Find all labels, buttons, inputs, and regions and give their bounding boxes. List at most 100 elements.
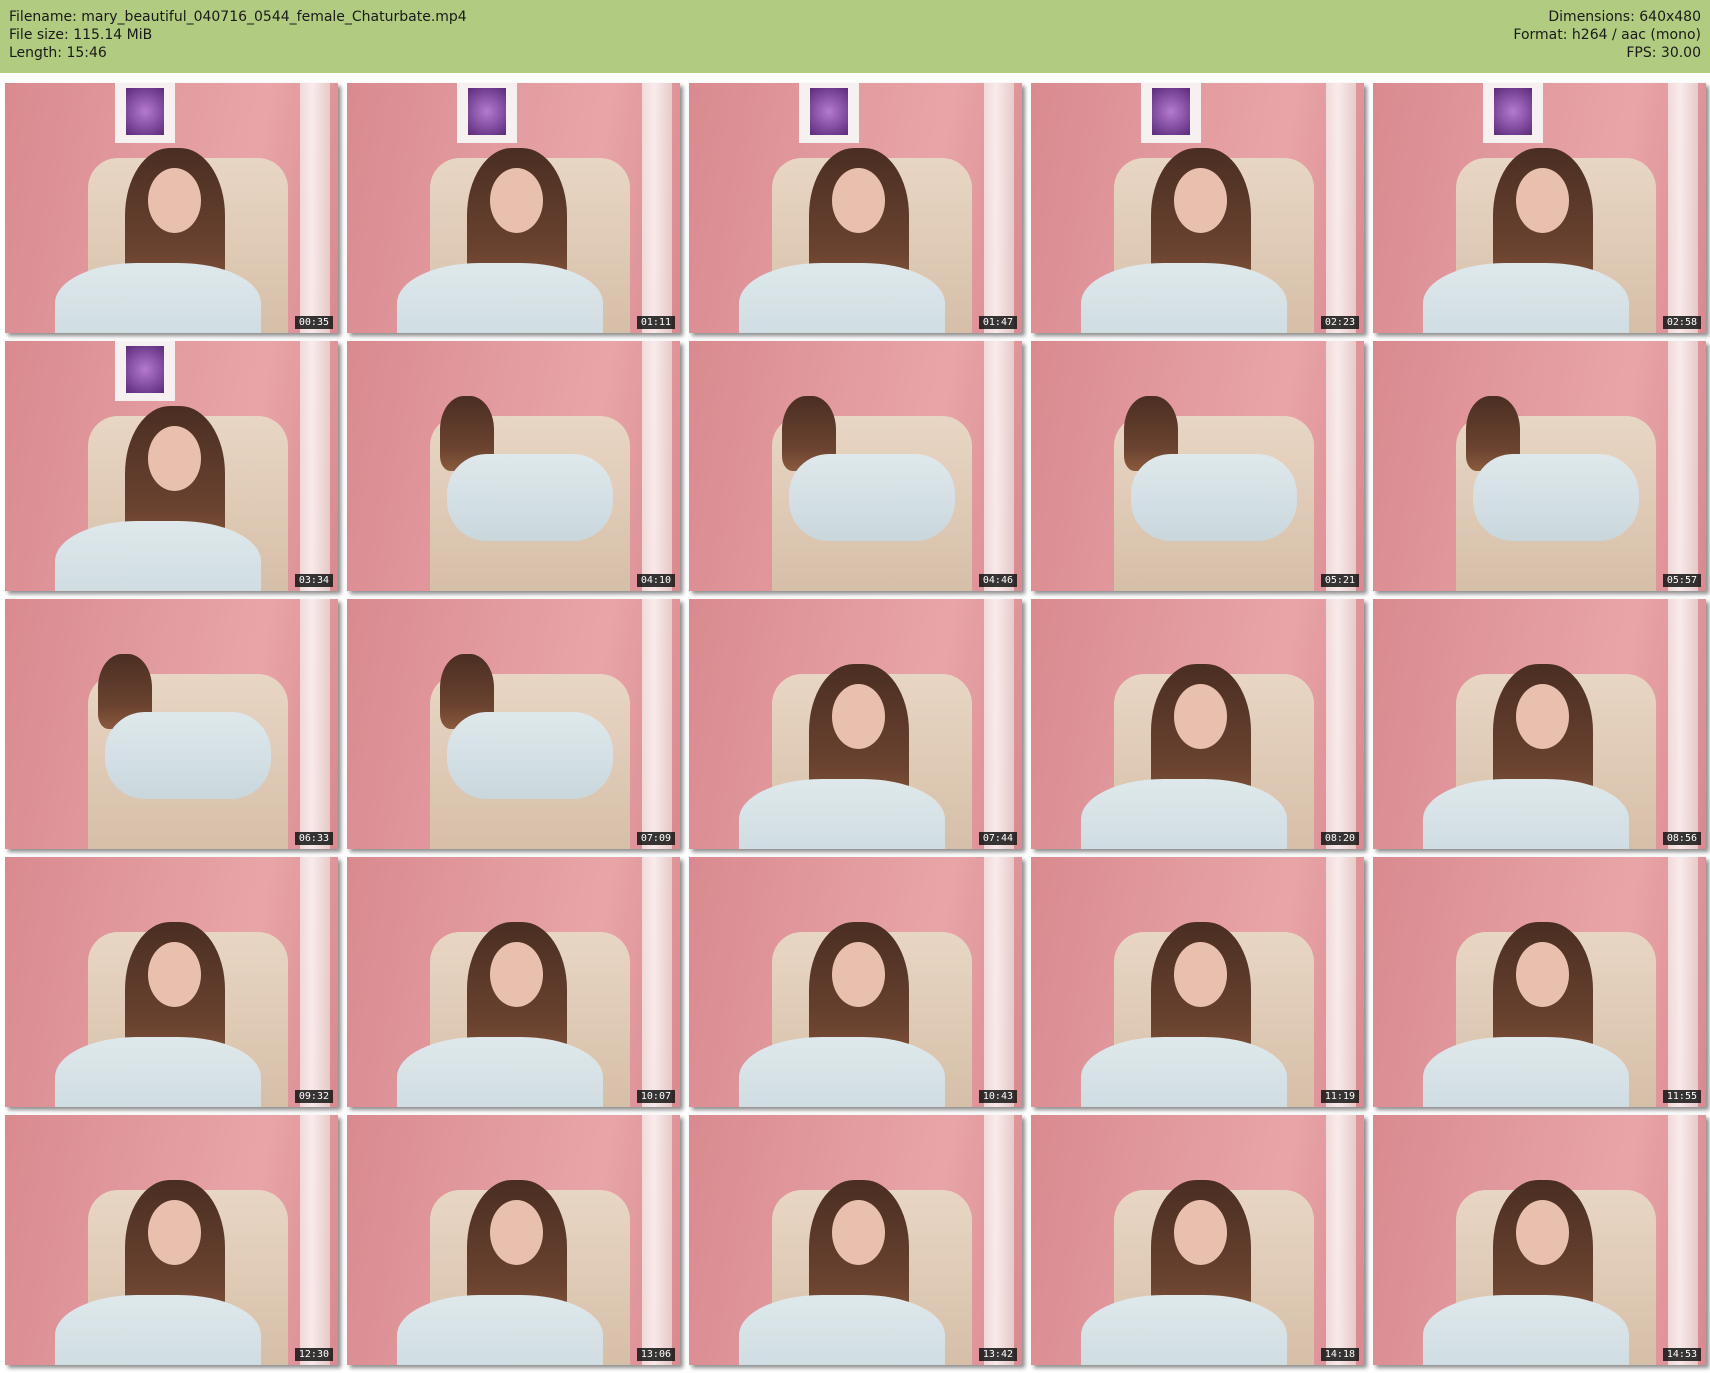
shelf (1668, 1115, 1698, 1365)
video-thumbnail[interactable]: 10:43 (689, 857, 1022, 1107)
person-face (832, 942, 886, 1007)
person-face (490, 942, 544, 1007)
person-face (148, 1200, 202, 1265)
timestamp: 05:21 (1320, 574, 1359, 587)
timestamp: 02:58 (1662, 316, 1701, 329)
timestamp: 08:56 (1662, 832, 1701, 845)
person-body (1130, 453, 1298, 541)
video-thumbnail[interactable]: 01:11 (347, 83, 680, 333)
shelf (300, 83, 330, 333)
wall-picture (1482, 83, 1543, 143)
video-thumbnail[interactable]: 08:56 (1373, 599, 1706, 849)
person-face (1516, 684, 1570, 749)
person-body (396, 1037, 604, 1107)
shelf (984, 83, 1014, 333)
shelf (300, 857, 330, 1107)
wall-picture (1140, 83, 1201, 143)
video-thumbnail[interactable]: 05:21 (1031, 341, 1364, 591)
timestamp: 10:07 (636, 1090, 675, 1103)
shelf (300, 599, 330, 849)
video-thumbnail[interactable]: 00:35 (5, 83, 338, 333)
video-thumbnail[interactable]: 09:32 (5, 857, 338, 1107)
person-body (1080, 779, 1288, 849)
timestamp: 14:18 (1320, 1348, 1359, 1361)
video-thumbnail[interactable]: 13:42 (689, 1115, 1022, 1365)
shelf (642, 1115, 672, 1365)
video-thumbnail[interactable]: 07:44 (689, 599, 1022, 849)
person-body (1080, 1037, 1288, 1107)
timestamp: 01:47 (978, 316, 1017, 329)
person-face (148, 168, 202, 233)
shelf (1668, 83, 1698, 333)
timestamp: 13:42 (978, 1348, 1017, 1361)
timestamp: 00:35 (294, 316, 333, 329)
wall-picture (114, 341, 175, 401)
person-body (54, 1295, 262, 1365)
person-face (832, 684, 886, 749)
length-label: Length: 15:46 (9, 45, 107, 61)
person-body (446, 453, 614, 541)
person-body (54, 1037, 262, 1107)
person-body (1422, 779, 1630, 849)
shelf (984, 1115, 1014, 1365)
video-thumbnail[interactable]: 07:09 (347, 599, 680, 849)
shelf (1668, 599, 1698, 849)
person-body (1472, 453, 1640, 541)
shelf (984, 857, 1014, 1107)
timestamp: 13:06 (636, 1348, 675, 1361)
timestamp: 08:20 (1320, 832, 1359, 845)
shelf (984, 341, 1014, 591)
video-thumbnail[interactable]: 14:18 (1031, 1115, 1364, 1365)
person-body (738, 263, 946, 333)
timestamp: 11:55 (1662, 1090, 1701, 1103)
video-thumbnail[interactable]: 02:23 (1031, 83, 1364, 333)
shelf (984, 599, 1014, 849)
shelf (1668, 341, 1698, 591)
person-face (148, 426, 202, 491)
video-thumbnail[interactable]: 04:46 (689, 341, 1022, 591)
timestamp: 02:23 (1320, 316, 1359, 329)
person-body (1422, 1295, 1630, 1365)
video-thumbnail[interactable]: 11:55 (1373, 857, 1706, 1107)
video-thumbnail[interactable]: 12:30 (5, 1115, 338, 1365)
shelf (1326, 857, 1356, 1107)
person-face (490, 1200, 544, 1265)
video-thumbnail[interactable]: 11:19 (1031, 857, 1364, 1107)
video-thumbnail[interactable]: 04:10 (347, 341, 680, 591)
timestamp: 05:57 (1662, 574, 1701, 587)
video-thumbnail[interactable]: 06:33 (5, 599, 338, 849)
person-body (1080, 1295, 1288, 1365)
shelf (642, 83, 672, 333)
timestamp: 07:09 (636, 832, 675, 845)
person-body (54, 263, 262, 333)
person-body (738, 1037, 946, 1107)
video-thumbnail[interactable]: 14:53 (1373, 1115, 1706, 1365)
video-thumbnail[interactable]: 05:57 (1373, 341, 1706, 591)
timestamp: 01:11 (636, 316, 675, 329)
shelf (300, 1115, 330, 1365)
video-thumbnail[interactable]: 08:20 (1031, 599, 1364, 849)
person-face (832, 1200, 886, 1265)
filename-label: Filename: mary_beautiful_040716_0544_fem… (9, 9, 467, 25)
timestamp: 11:19 (1320, 1090, 1359, 1103)
info-header: Filename: mary_beautiful_040716_0544_fem… (0, 0, 1710, 73)
video-thumbnail[interactable]: 01:47 (689, 83, 1022, 333)
person-body (396, 263, 604, 333)
video-thumbnail[interactable]: 02:58 (1373, 83, 1706, 333)
wall-picture (456, 83, 517, 143)
video-thumbnail[interactable]: 13:06 (347, 1115, 680, 1365)
person-face (1516, 1200, 1570, 1265)
video-thumbnail[interactable]: 03:34 (5, 341, 338, 591)
video-thumbnail[interactable]: 10:07 (347, 857, 680, 1107)
timestamp: 06:33 (294, 832, 333, 845)
person-face (1174, 942, 1228, 1007)
person-body (738, 779, 946, 849)
person-face (148, 942, 202, 1007)
shelf (300, 341, 330, 591)
timestamp: 10:43 (978, 1090, 1017, 1103)
shelf (642, 599, 672, 849)
person-face (1516, 942, 1570, 1007)
format-label: Format: h264 / aac (mono) (1513, 27, 1701, 43)
shelf (1326, 599, 1356, 849)
wall-picture (114, 83, 175, 143)
